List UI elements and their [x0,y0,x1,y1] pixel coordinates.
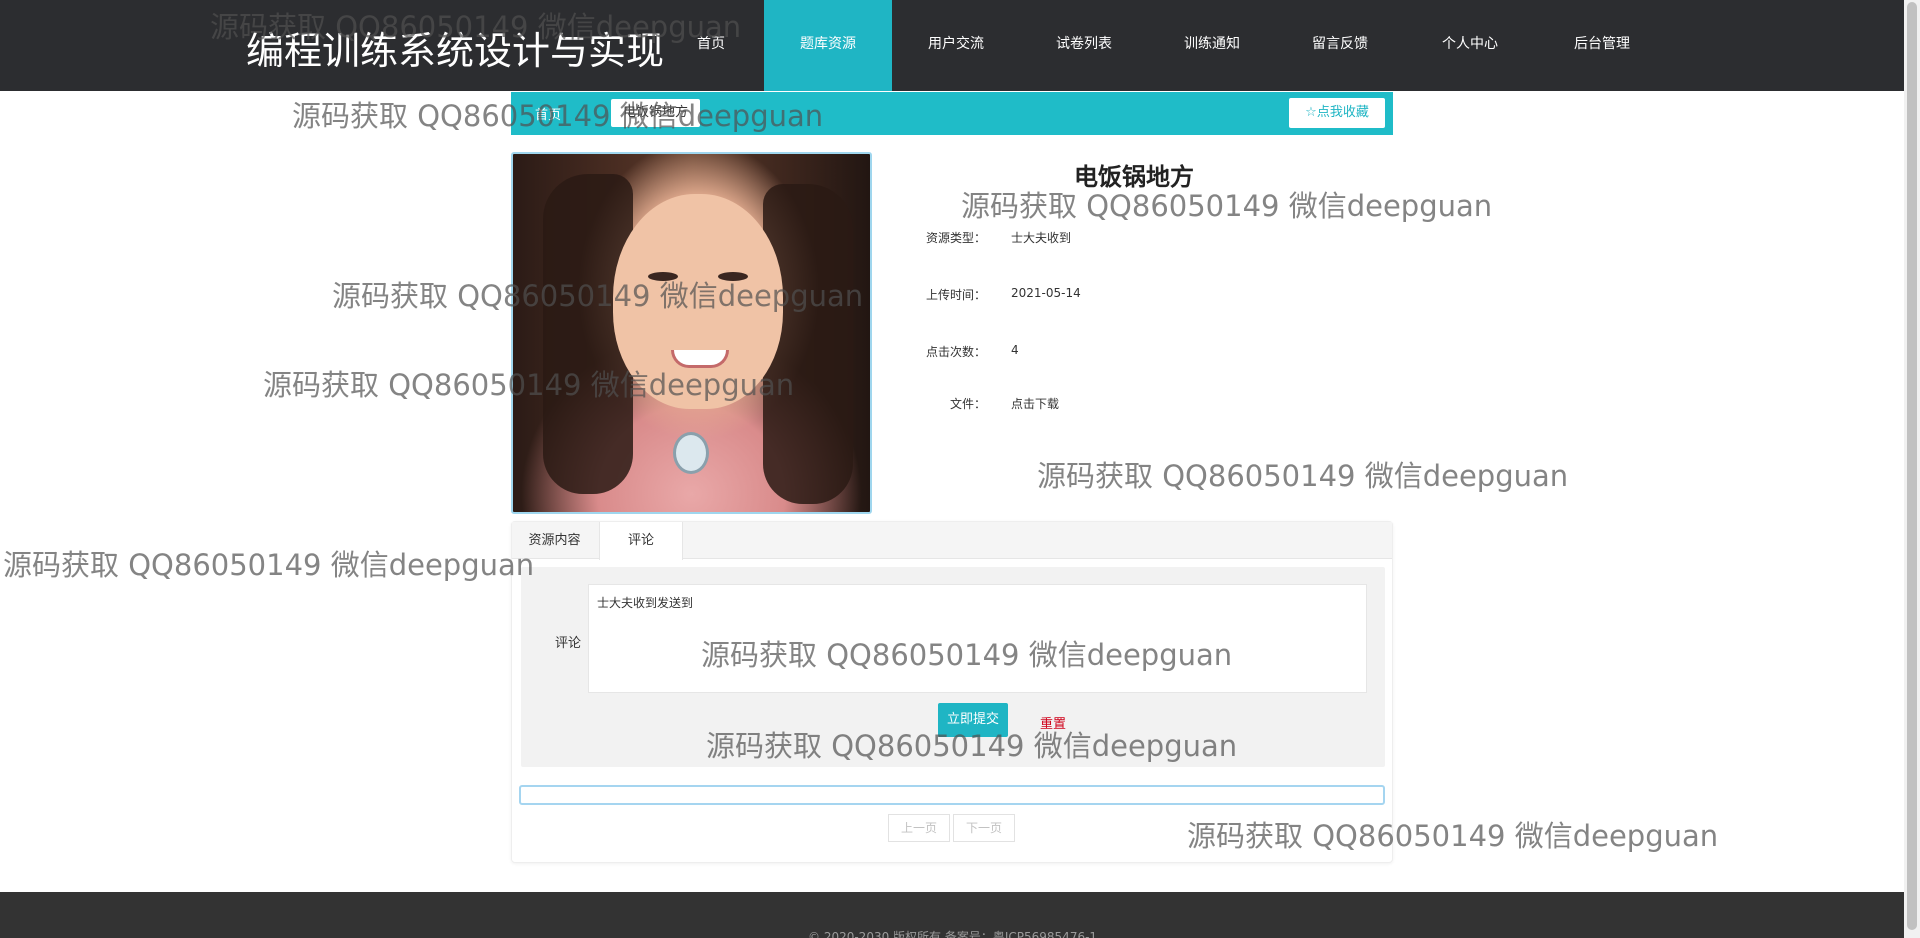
watermark-text: 源码获取 QQ86050149 微信deepguan [1037,459,1569,493]
upload-time-label: 上传时间： [925,288,986,302]
resource-type-label: 资源类型： [925,231,986,245]
tab-resource-content[interactable]: 资源内容 [512,522,597,559]
resource-image [511,152,872,514]
upload-time-value: 2021-05-14 [1011,286,1081,300]
file-label: 文件： [949,397,986,411]
photo-mouth [671,350,729,368]
nav-item-user-exchange[interactable]: 用户交流 [892,0,1020,91]
site-title: 编程训练系统设计与实现 [246,29,665,73]
breadcrumb: 首页 电饭锅地方 ☆点我收藏 [511,92,1393,135]
nav-item-home[interactable]: 首页 [663,0,759,91]
submit-button[interactable]: 立即提交 [938,703,1008,737]
resource-type-value: 士大夫收到 [1011,231,1072,245]
footer-copyright: © 2020-2030 版权所有 备案号：粤ICP56985476-1 [808,930,1098,938]
photo-pendant [673,432,709,474]
photo-face [613,194,783,409]
resource-title: 电饭锅地方 [1074,163,1194,191]
photo-eye-left [648,272,678,281]
scrollbar-thumb[interactable] [1907,2,1917,930]
breadcrumb-current: 电饭锅地方 [611,99,701,127]
download-link[interactable]: 点击下载 [1011,395,1059,412]
comment-input[interactable] [588,584,1367,693]
nav-item-exam-list[interactable]: 试卷列表 [1020,0,1148,91]
reset-button[interactable]: 重置 [1040,713,1066,732]
nav-item-feedback[interactable]: 留言反馈 [1276,0,1404,91]
nav-item-admin[interactable]: 后台管理 [1536,0,1668,91]
photo-eye-right [718,272,748,281]
breadcrumb-home-link[interactable]: 首页 [535,104,561,123]
top-header: 编程训练系统设计与实现 首页 题库资源 用户交流 试卷列表 训练通知 留言反馈 … [0,0,1904,91]
nav-item-question-bank[interactable]: 题库资源 [764,0,892,91]
next-page-button[interactable]: 下一页 [953,814,1016,842]
comment-form: 评论 立即提交 重置 [521,567,1385,767]
nav-item-personal-center[interactable]: 个人中心 [1404,0,1536,91]
comment-label: 评论 [554,636,581,651]
tab-bar: 资源内容 评论 [512,522,1392,560]
page-footer: © 2020-2030 版权所有 备案号：粤ICP56985476-1 [0,892,1904,938]
favorite-button[interactable]: ☆点我收藏 [1289,98,1385,128]
watermark-text: 源码获取 QQ86050149 微信deepguan [3,548,535,582]
watermark-text: 源码获取 QQ86050149 微信deepguan [961,189,1493,223]
tab-panel: 资源内容 评论 评论 立即提交 重置 上一页 下一页 [511,521,1393,863]
prev-page-button[interactable]: 上一页 [888,814,951,842]
tab-comments[interactable]: 评论 [599,522,683,560]
comment-list [519,785,1385,805]
page-scrollbar[interactable] [1904,0,1920,938]
nav-item-training-notice[interactable]: 训练通知 [1148,0,1276,91]
click-count-label: 点击次数： [925,345,986,359]
click-count-value: 4 [1011,343,1019,357]
